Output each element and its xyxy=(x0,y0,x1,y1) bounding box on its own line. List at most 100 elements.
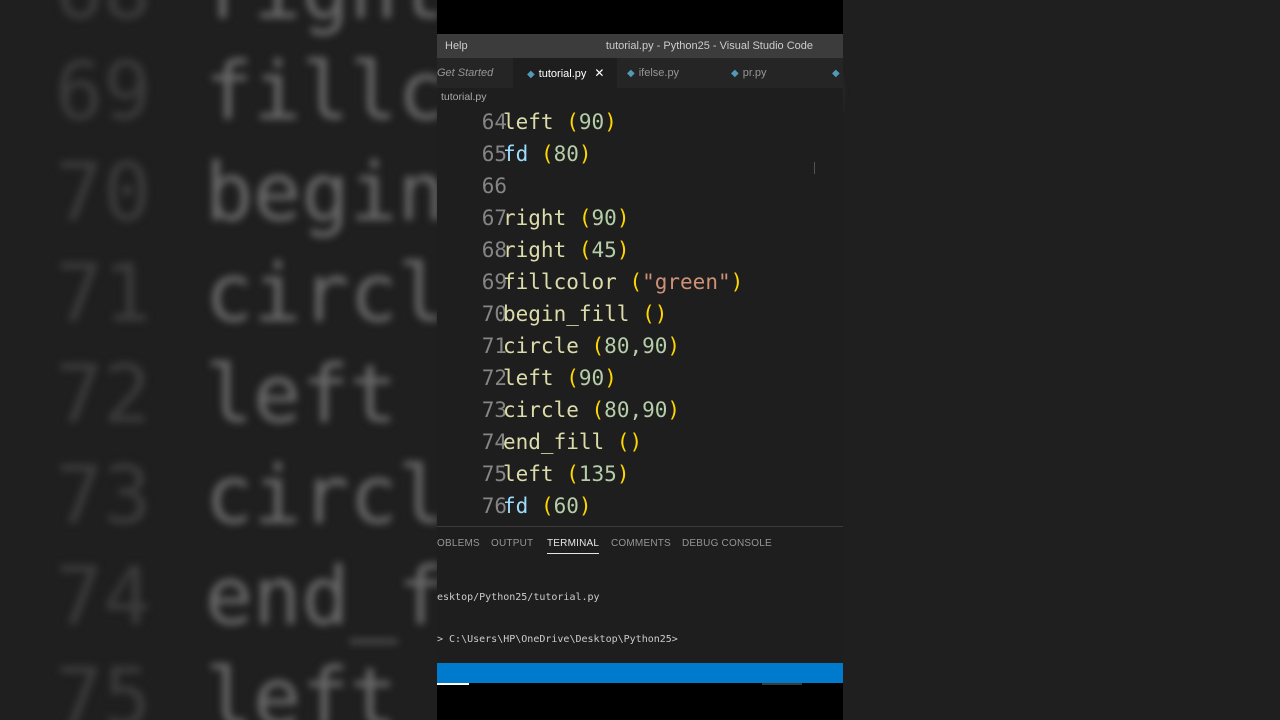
code-line[interactable]: 70 begin_fill () xyxy=(437,298,843,330)
terminal-line: esktop/Python25/tutorial.py xyxy=(437,592,600,603)
code-line[interactable]: 64 left (90) xyxy=(437,106,843,138)
code-line[interactable]: 65 fd (80) xyxy=(437,138,843,170)
code-argument: 60 xyxy=(553,494,579,518)
code-argument: 135 xyxy=(578,462,617,486)
code-paren-close: ) xyxy=(604,366,617,390)
code-paren-close: ) xyxy=(578,494,592,518)
code-line[interactable]: 67 right (90) xyxy=(437,202,843,234)
code-content: left (90) xyxy=(503,362,617,394)
code-function: fd xyxy=(503,494,529,518)
status-bar xyxy=(437,663,843,683)
code-paren-close: ) xyxy=(654,302,668,326)
code-paren-open: ( xyxy=(578,206,592,230)
line-number: 74 xyxy=(481,430,507,454)
panel-tab-debug-console[interactable]: DEBUG CONSOLE xyxy=(682,538,772,549)
line-number: 75 xyxy=(481,462,507,486)
backdrop-line-number: 75 xyxy=(55,651,152,720)
breadcrumb-file[interactable]: tutorial.py xyxy=(441,91,487,103)
panel-tab-output[interactable]: OUTPUT xyxy=(491,538,533,549)
python-file-icon: ◆ xyxy=(527,69,535,80)
code-argument: 90 xyxy=(578,366,605,390)
code-line[interactable]: 73 circle (80,90) xyxy=(437,394,843,426)
backdrop-line-number: 72 xyxy=(55,348,152,441)
code-content: circle (80,90) xyxy=(503,330,680,362)
code-line[interactable]: 76 fd (60) xyxy=(437,490,843,522)
backdrop-line-number: 69 xyxy=(55,45,152,138)
close-icon[interactable]: ✕ xyxy=(594,66,604,80)
code-editor[interactable]: 64 left (90) 65 fd (80) 66 67 right (90) 68 righ… xyxy=(437,106,843,526)
code-line[interactable]: 72 left (90) xyxy=(437,362,843,394)
code-content: right (45) xyxy=(503,234,629,266)
code-paren-close: ) xyxy=(667,398,681,422)
bottom-panel: OBLEMS OUTPUT TERMINAL COMMENTS DEBUG CO… xyxy=(437,526,843,664)
code-content: left (90) xyxy=(503,106,617,138)
code-line[interactable]: 66 xyxy=(437,170,843,202)
tab-get-started[interactable]: Get Started xyxy=(437,58,513,88)
tab-label: ifelse.py xyxy=(638,67,680,79)
code-argument: 90 xyxy=(591,206,617,230)
panel-tab-comments[interactable]: COMMENTS xyxy=(611,538,671,549)
code-argument: 80,90 xyxy=(604,334,668,358)
code-content: end_fill () xyxy=(503,426,642,458)
tab-ifelse-py[interactable]: ◆ ifelse.py xyxy=(627,58,717,88)
line-number: 68 xyxy=(481,238,507,262)
code-argument: "green" xyxy=(642,270,731,294)
tab-label: tutorial.py xyxy=(538,68,587,80)
title-bar: Help tutorial.py - Python25 - Visual Stu… xyxy=(437,34,843,58)
code-line[interactable]: 71 circle (80,90) xyxy=(437,330,843,362)
code-content: right (90) xyxy=(503,202,629,234)
tab-tutorial-py[interactable]: ◆ tutorial.py ✕ xyxy=(513,58,617,88)
code-function: left xyxy=(503,462,554,486)
code-argument: 90 xyxy=(578,110,605,134)
python-file-icon: ◆ xyxy=(627,68,635,79)
breadcrumb[interactable]: tutorial.py xyxy=(437,88,843,106)
code-line[interactable]: 68 right (45) xyxy=(437,234,843,266)
editor-tabs: Get Started ◆ tutorial.py ✕ ◆ ifelse.py ◆ pr… xyxy=(437,58,843,88)
panel-tab-terminal[interactable]: TERMINAL xyxy=(547,538,600,554)
code-paren-open: ( xyxy=(591,334,605,358)
line-number: 64 xyxy=(481,110,507,134)
window-title: tutorial.py - Python25 - Visual Studio C… xyxy=(605,40,813,52)
backdrop-code-text: left xyxy=(205,651,398,720)
line-number: 69 xyxy=(481,270,507,294)
tab-overflow[interactable]: ◆ xyxy=(832,58,843,88)
code-paren-close: ) xyxy=(578,142,592,166)
code-content: fd (80) xyxy=(503,138,592,170)
tab-label: pr.py xyxy=(742,67,767,79)
code-paren-close: ) xyxy=(629,430,643,454)
code-function: fd xyxy=(503,142,529,166)
line-number: 67 xyxy=(481,206,507,230)
code-function: end_fill xyxy=(503,430,605,454)
code-content: left (135) xyxy=(503,458,629,490)
code-line[interactable]: 74 end_fill () xyxy=(437,426,843,458)
code-content: begin_fill () xyxy=(503,298,667,330)
code-paren-open: ( xyxy=(540,494,554,518)
backdrop-line-number: 68 xyxy=(55,0,205,41)
backdrop-code-text: right xyxy=(205,0,446,37)
code-paren-close: ) xyxy=(616,238,630,262)
code-paren-open: ( xyxy=(616,430,630,454)
python-file-icon: ◆ xyxy=(731,68,739,79)
code-line[interactable]: 75 left (135) xyxy=(437,458,843,490)
line-number: 71 xyxy=(481,334,507,358)
menu-help[interactable]: Help xyxy=(445,40,468,52)
code-line[interactable]: 69 fillcolor ("green") xyxy=(437,266,843,298)
code-paren-close: ) xyxy=(616,462,630,486)
code-paren-open: ( xyxy=(566,462,579,486)
terminal-output[interactable]: esktop/Python25/tutorial.py > C:\Users\H… xyxy=(437,563,678,675)
backdrop-code-text: left xyxy=(205,348,398,441)
code-content: circle (80,90) xyxy=(503,394,680,426)
code-function: circle xyxy=(503,334,579,358)
backdrop-line-number: 70 xyxy=(55,146,152,239)
code-argument: 45 xyxy=(591,238,617,262)
backdrop-line-number: 73 xyxy=(55,449,152,542)
code-paren-open: ( xyxy=(629,270,643,294)
code-paren-open: ( xyxy=(566,110,579,134)
tab-pr-py[interactable]: ◆ pr.py xyxy=(731,58,821,88)
line-number: 70 xyxy=(481,302,507,326)
code-paren-close: ) xyxy=(604,110,617,134)
line-number: 66 xyxy=(481,174,507,198)
code-function: circle xyxy=(503,398,579,422)
panel-tab-problems[interactable]: OBLEMS xyxy=(437,538,480,549)
tab-label: Get Started xyxy=(437,67,494,79)
